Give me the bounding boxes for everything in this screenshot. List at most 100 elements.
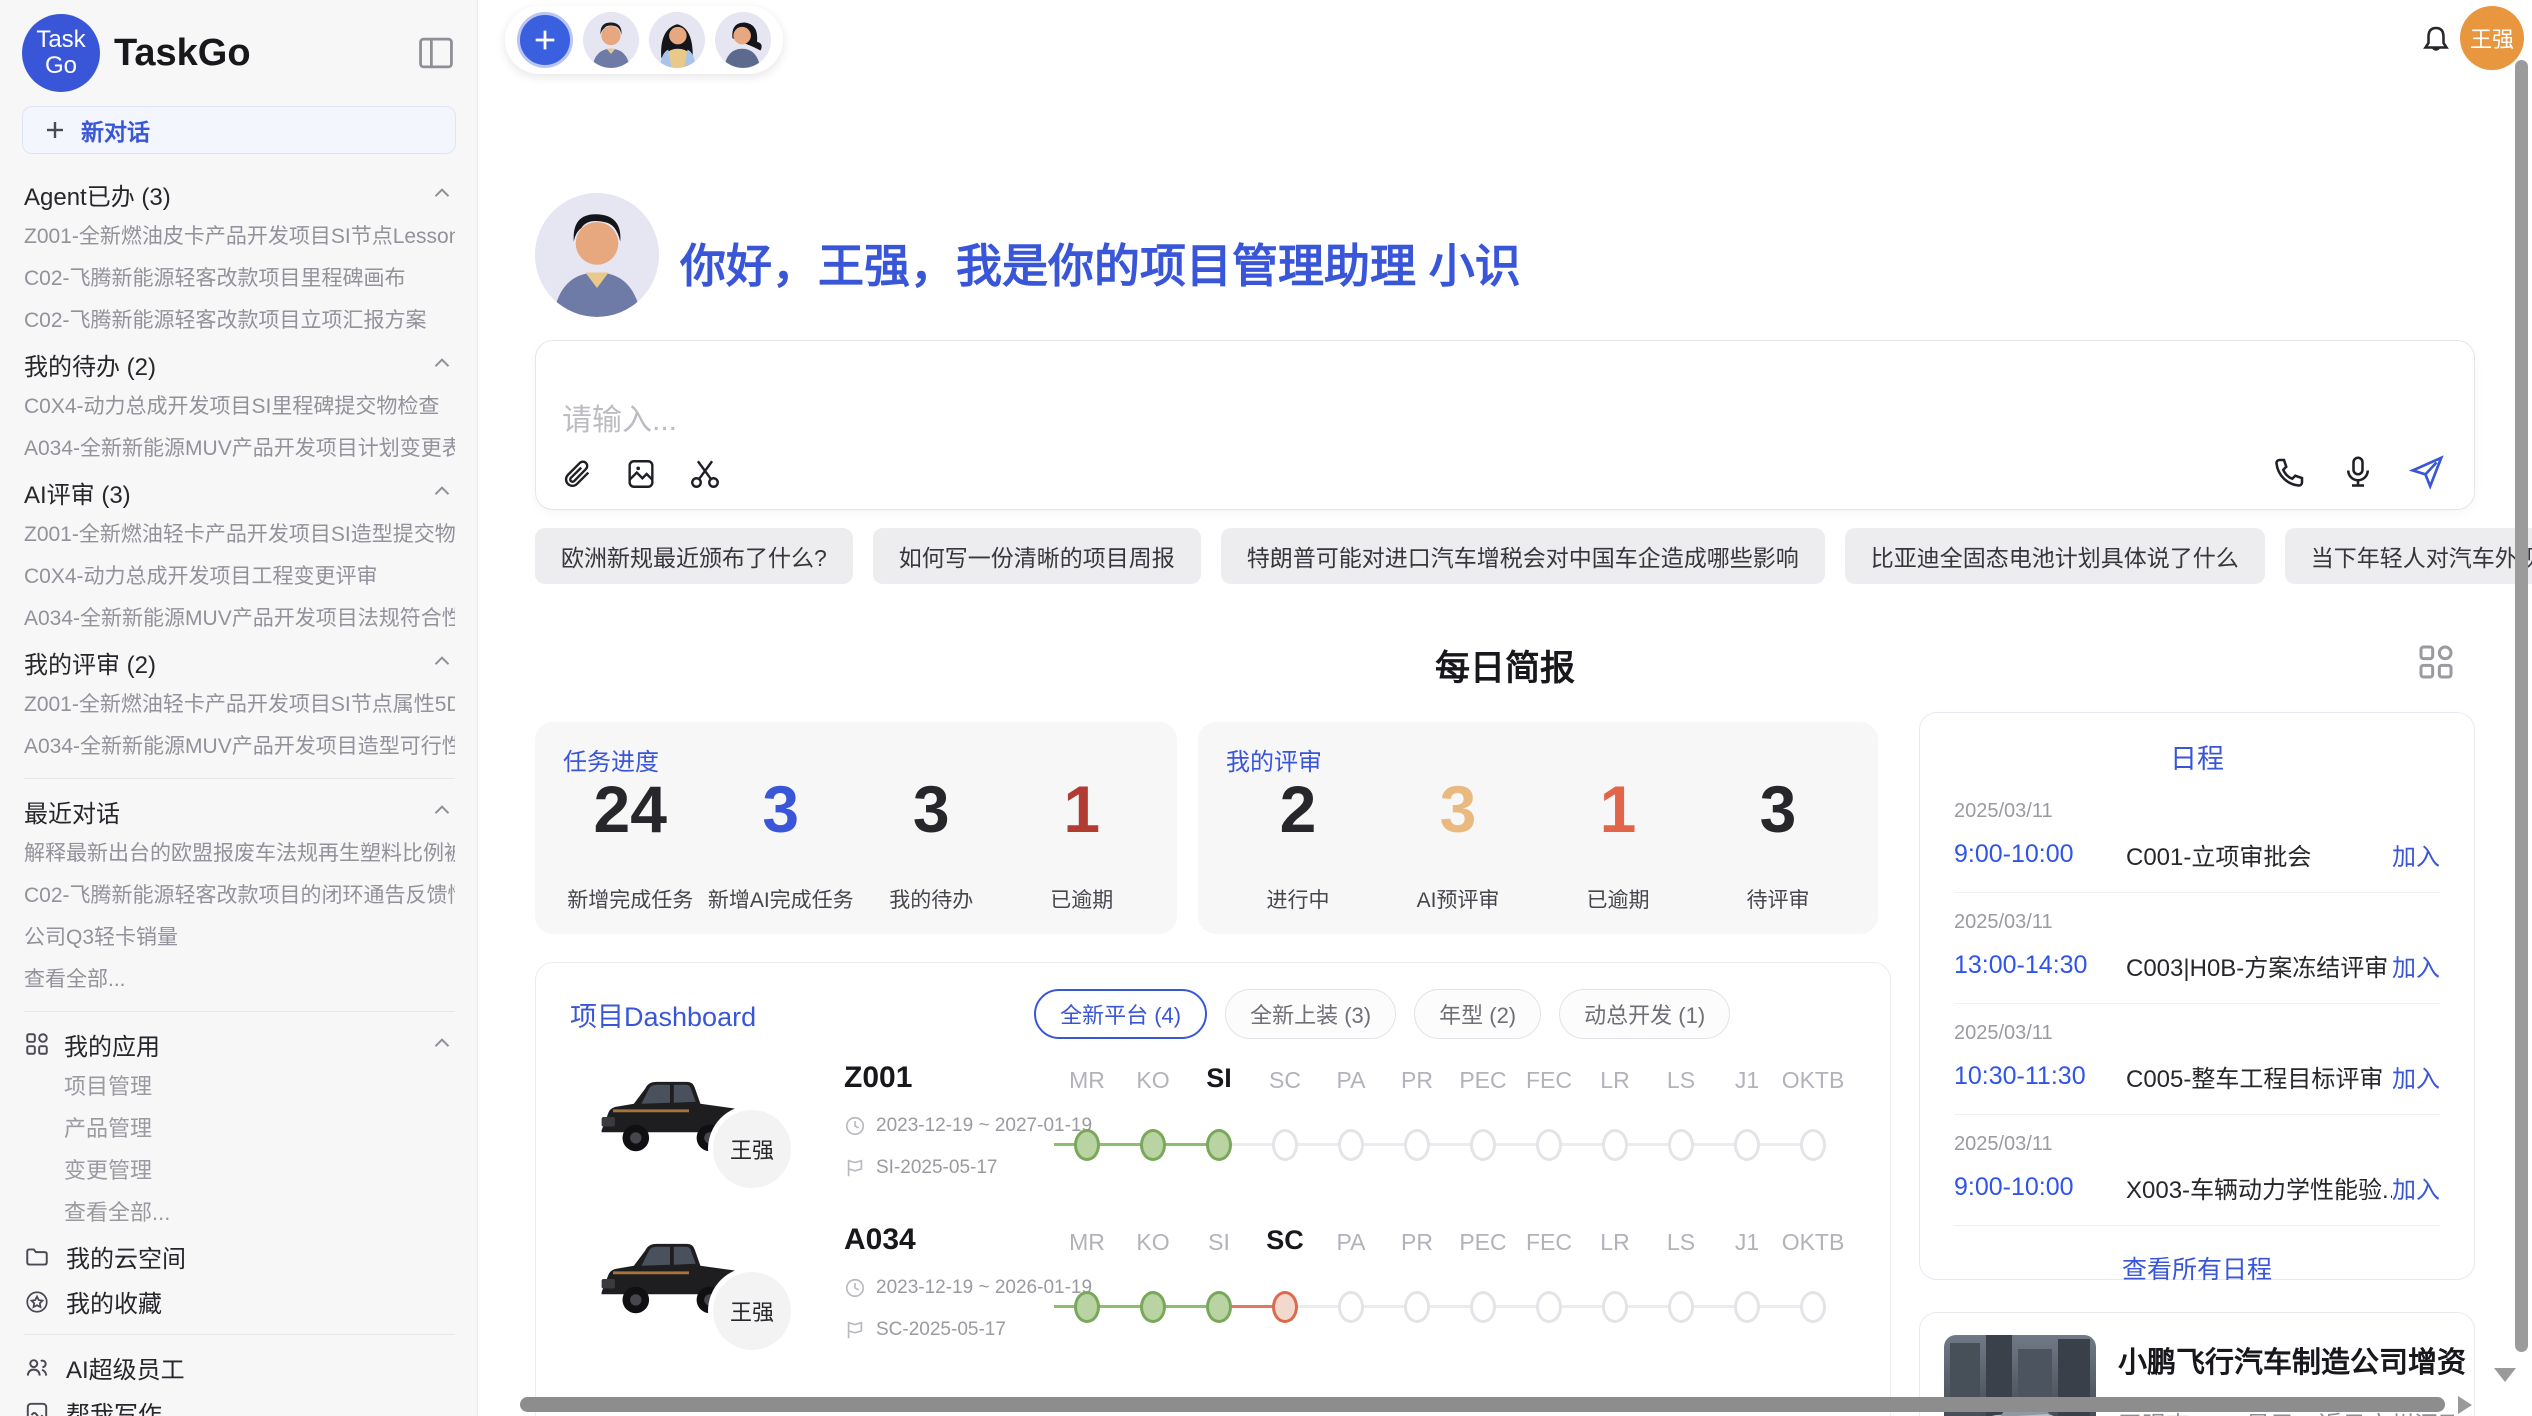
event-name: C005-整车工程目标评审 (2126, 1059, 2392, 1094)
app-menu-item[interactable]: 查看全部... (24, 1192, 455, 1234)
app-menu-item[interactable]: 产品管理 (24, 1108, 455, 1150)
sidebar-task-item[interactable]: A034-全新新能源MUV产品开发项目造型可行性评审 (24, 726, 455, 768)
milestone-dot (1140, 1291, 1166, 1323)
milestone-label: PA (1318, 1067, 1384, 1094)
folder-icon (24, 1244, 50, 1270)
recent-chat-item[interactable]: 查看全部... (24, 959, 455, 1001)
scroll-down-arrow[interactable] (2494, 1368, 2516, 1382)
dashboard-tab-4[interactable]: 动总开发 (1) (1559, 989, 1730, 1039)
add-agent-button[interactable] (517, 12, 573, 68)
event-join-link[interactable]: 加入 (2392, 1059, 2440, 1094)
stat-value: 1 (1063, 774, 1100, 844)
project-timeline: MRKOSISCPAPRPECFECLRLSJ1OKTB (1054, 1221, 1846, 1341)
sidebar-item-help-write[interactable]: 帮我写作 (24, 1390, 455, 1416)
milestone-label: SI (1186, 1063, 1252, 1094)
dashboard-projects: 王强Z0012023-12-19 ~ 2027-01-19SI-2025-05-… (536, 1049, 1890, 1373)
agent-avatar-bar (505, 6, 783, 74)
agent-avatar-3[interactable] (715, 12, 771, 68)
user-avatar[interactable]: 王强 (2460, 6, 2524, 70)
view-all-schedule-link[interactable]: 查看所有日程 (1954, 1250, 2440, 1286)
sidebar-item-ai-staff[interactable]: AI超级员工 (24, 1345, 455, 1390)
dashboard-tab-3[interactable]: 年型 (2) (1414, 989, 1541, 1039)
chevron-up-icon[interactable] (429, 649, 455, 675)
milestone-dot (1206, 1129, 1232, 1161)
event-join-link[interactable]: 加入 (2392, 948, 2440, 983)
agent-avatar-2[interactable] (649, 12, 705, 68)
app-menu-item[interactable]: 项目管理 (24, 1066, 455, 1108)
dashboard-header: 项目Dashboard 全新平台 (4) 全新上装 (3) 年型 (2) 动总开发 (… (536, 963, 1890, 1049)
recent-chat-item[interactable]: C02-飞腾新能源轻客改款项目的闭环通告反馈情况 (24, 875, 455, 917)
milestone-LS: LS (1648, 1059, 1714, 1179)
sidebar-task-item[interactable]: C02-飞腾新能源轻客改款项目立项汇报方案 (24, 300, 455, 342)
dashboard-title: 项目Dashboard (570, 995, 756, 1034)
milestone-MR: MR (1054, 1059, 1120, 1179)
schedule-title: 日程 (1954, 737, 2440, 776)
horizontal-scrollbar[interactable] (520, 1397, 2445, 1412)
vertical-scrollbar[interactable] (2515, 60, 2528, 1352)
chevron-up-icon[interactable] (429, 1031, 455, 1057)
milestone-dot (1404, 1291, 1430, 1323)
sidebar-section-0-label: Agent已办 (3) (24, 177, 429, 212)
stat-已逾期: 1已逾期 (1538, 774, 1698, 916)
scissors-icon[interactable] (688, 457, 722, 491)
sidebar-task-item[interactable]: C0X4-动力总成开发项目SI里程碑提交物检查 (24, 386, 455, 428)
app-menu-item[interactable]: 变更管理 (24, 1150, 455, 1192)
sidebar-task-item[interactable]: A034-全新新能源MUV产品开发项目法规符合性评审 (24, 598, 455, 640)
milestone-FEC: FEC (1516, 1221, 1582, 1341)
event-join-link[interactable]: 加入 (2392, 1170, 2440, 1205)
attachment-icon[interactable] (560, 457, 594, 491)
briefing-layout-icon[interactable] (2416, 642, 2456, 682)
chevron-up-icon[interactable] (429, 181, 455, 207)
chevron-up-icon[interactable] (429, 479, 455, 505)
suggestion-chip-3[interactable]: 特朗普可能对进口汽车增税会对中国车企造成哪些影响 (1221, 528, 1825, 584)
stat-label: 新增完成任务 (567, 884, 693, 916)
suggestion-chip-2[interactable]: 如何写一份清晰的项目周报 (873, 528, 1201, 584)
sidebar-task-item[interactable]: C02-飞腾新能源轻客改款项目里程碑画布 (24, 258, 455, 300)
milestone-dot (1602, 1129, 1628, 1161)
sidebar-section-recent: 最近对话 (24, 789, 455, 833)
sidebar-item-cloud-space[interactable]: 我的云空间 (24, 1234, 455, 1279)
phone-icon[interactable] (2272, 454, 2308, 490)
stat-value: 1 (1600, 774, 1637, 844)
image-icon[interactable] (624, 457, 658, 491)
milestone-OKTB: OKTB (1780, 1221, 1846, 1341)
sidebar-collapse-icon[interactable] (417, 36, 455, 70)
dashboard-tab-2[interactable]: 全新上装 (3) (1225, 989, 1396, 1039)
project-dashboard-card: 项目Dashboard 全新平台 (4) 全新上装 (3) 年型 (2) 动总开发 (… (535, 962, 1891, 1416)
chat-input-placeholder: 请输入... (562, 395, 677, 439)
app-logo-line1: Task (36, 27, 85, 53)
milestone-label: FEC (1516, 1229, 1582, 1256)
milestone-dot (1206, 1291, 1232, 1323)
milestone-label: LS (1648, 1229, 1714, 1256)
sidebar-item-favorites[interactable]: 我的收藏 (24, 1279, 455, 1324)
send-icon[interactable] (2408, 453, 2446, 491)
milestone-label: MR (1054, 1229, 1120, 1256)
suggestion-chip-4[interactable]: 比亚迪全固态电池计划具体说了什么 (1845, 528, 2265, 584)
milestone-label: PR (1384, 1229, 1450, 1256)
my-review-stats: 2进行中3AI预评审1已逾期3待评审 (1218, 774, 1858, 916)
suggestion-chip-1[interactable]: 欧洲新规最近颁布了什么? (535, 528, 853, 584)
chevron-up-icon[interactable] (429, 798, 455, 824)
milestone-label: SC (1252, 1067, 1318, 1094)
sidebar-task-item[interactable]: Z001-全新燃油轻卡产品开发项目SI节点属性5D文件评审 (24, 684, 455, 726)
project-flag-milestone: SC-2025-05-17 (844, 1319, 1006, 1341)
agent-avatar-1[interactable] (583, 12, 639, 68)
notifications-bell-icon[interactable] (2418, 22, 2454, 58)
recent-chat-item[interactable]: 公司Q3轻卡销量 (24, 917, 455, 959)
sidebar-task-item[interactable]: Z001-全新燃油皮卡产品开发项目SI节点Lesson Learn报告 (24, 216, 455, 258)
event-join-link[interactable]: 加入 (2392, 837, 2440, 872)
chevron-up-icon[interactable] (429, 351, 455, 377)
suggestion-chip-5[interactable]: 当下年轻人对汽车外观有怎样的喜好趋势 (2285, 528, 2532, 584)
scroll-right-arrow[interactable] (2458, 1396, 2472, 1414)
mic-icon[interactable] (2340, 454, 2376, 490)
sidebar-task-item[interactable]: A034-全新新能源MUV产品开发项目计划变更表编写 (24, 428, 455, 470)
sidebar-task-item[interactable]: Z001-全新燃油轻卡产品开发项目SI造型提交物评审 (24, 514, 455, 556)
event-time: 10:30-11:30 (1954, 1062, 2126, 1091)
sidebar-task-item[interactable]: C0X4-动力总成开发项目工程变更评审 (24, 556, 455, 598)
stat-value: 3 (913, 774, 950, 844)
recent-chat-item[interactable]: 解释最新出台的欧盟报废车法规再生塑料比例被调至15%... (24, 833, 455, 875)
dashboard-tab-1[interactable]: 全新平台 (4) (1034, 989, 1207, 1039)
chat-input-card[interactable]: 请输入... (535, 340, 2475, 510)
milestone-label: PEC (1450, 1229, 1516, 1256)
new-chat-button[interactable]: 新对话 (22, 106, 456, 154)
